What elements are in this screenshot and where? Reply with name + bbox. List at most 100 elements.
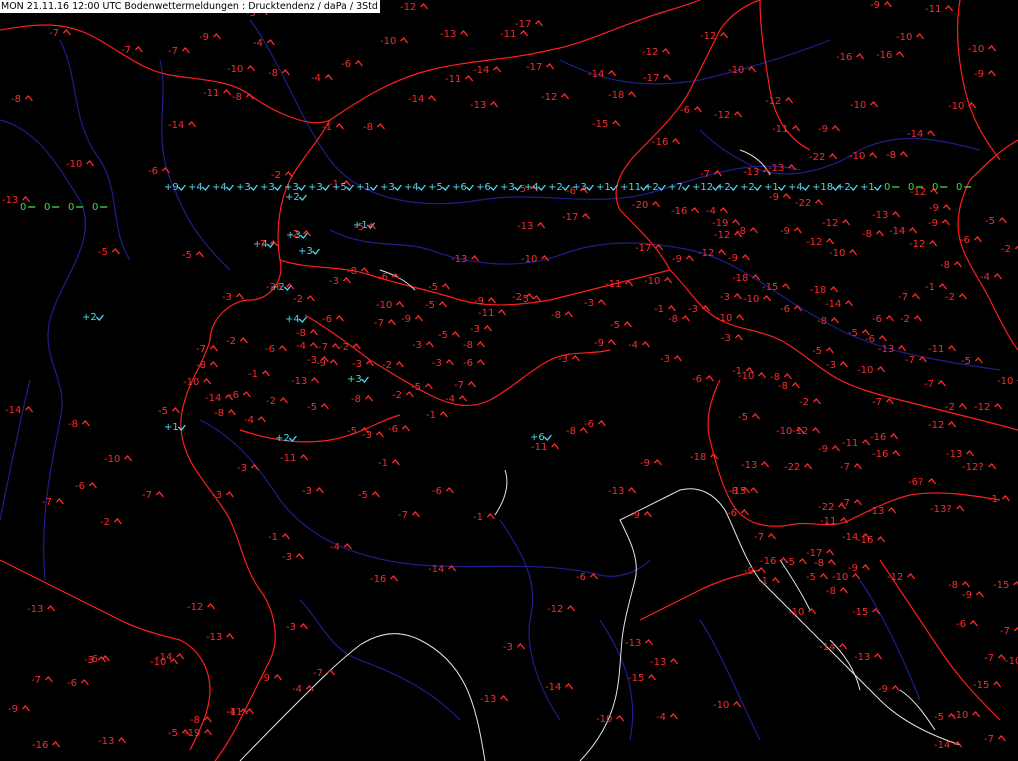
falling-tendency-icon	[994, 403, 1003, 410]
station-observation: -2	[799, 397, 821, 408]
pressure-tendency-value: -5	[428, 282, 438, 293]
falling-tendency-icon	[326, 669, 335, 676]
station-observation: -8	[196, 360, 218, 371]
falling-tendency-icon	[471, 255, 480, 262]
rising-tendency-icon	[311, 248, 320, 255]
falling-tendency-icon	[929, 240, 938, 247]
station-observation: -12	[698, 248, 727, 259]
pressure-tendency-value: -11	[772, 124, 788, 135]
pressure-tendency-value: -11	[203, 88, 219, 99]
falling-tendency-icon	[733, 701, 742, 708]
falling-tendency-icon	[1001, 495, 1010, 502]
falling-tendency-icon	[861, 564, 870, 571]
pressure-tendency-value: -10	[850, 100, 866, 111]
station-observation: -10	[857, 365, 886, 376]
rising-tendency-icon	[465, 184, 474, 191]
station-observation: -12	[909, 239, 938, 250]
station-observation: -10	[788, 607, 817, 618]
pressure-tendency-value: -16	[876, 50, 892, 61]
falling-tendency-icon	[643, 511, 652, 518]
falling-tendency-icon	[831, 125, 840, 132]
station-observation: -9	[848, 563, 870, 574]
falling-tendency-icon	[883, 1, 892, 8]
station-observation: +6	[452, 182, 474, 193]
pressure-tendency-value: -12	[642, 47, 658, 58]
falling-tendency-icon	[792, 125, 801, 132]
station-observation: -9	[630, 510, 652, 521]
pressure-tendency-value: -3	[720, 292, 730, 303]
pressure-tendency-value: -16	[671, 206, 687, 217]
station-observation: -8	[351, 394, 373, 405]
falling-tendency-icon	[225, 491, 234, 498]
falling-tendency-icon	[896, 51, 905, 58]
station-observation: -5	[358, 490, 380, 501]
falling-tendency-icon	[673, 355, 682, 362]
falling-tendency-icon	[411, 511, 420, 518]
pressure-tendency-value: -4	[628, 340, 638, 351]
station-observation: -13?	[930, 504, 965, 515]
pressure-tendency-value: -8	[347, 266, 357, 277]
falling-tendency-icon	[966, 450, 975, 457]
falling-tendency-icon	[284, 171, 293, 178]
rising-tendency-icon	[249, 184, 258, 191]
pressure-tendency-value: -7	[898, 292, 908, 303]
station-observation: -3	[329, 276, 351, 287]
station-observation: -18	[608, 90, 637, 101]
station-observation: 0	[44, 202, 60, 213]
station-observation: -5	[158, 406, 180, 417]
falling-tendency-icon	[195, 251, 204, 258]
falling-tendency-icon	[826, 238, 835, 245]
falling-tendency-icon	[829, 153, 838, 160]
falling-tendency-icon	[227, 409, 236, 416]
station-observation: -16	[652, 137, 681, 148]
pressure-tendency-value: -13	[868, 506, 884, 517]
pressure-tendency-value: -1	[925, 282, 935, 293]
falling-tendency-icon	[520, 30, 529, 37]
falling-tendency-icon	[25, 406, 34, 413]
station-observation: -8	[817, 316, 839, 327]
pressure-tendency-value: -9	[744, 566, 754, 577]
falling-tendency-icon	[371, 491, 380, 498]
falling-tendency-icon	[21, 705, 30, 712]
station-observation: +7	[668, 182, 690, 193]
pressure-tendency-value: -5	[347, 426, 357, 437]
station-observation: -12	[700, 31, 729, 42]
falling-tendency-icon	[751, 413, 760, 420]
pressure-tendency-value: -10	[380, 36, 396, 47]
falling-tendency-icon	[993, 273, 1002, 280]
pressure-tendency-value: -6	[432, 486, 442, 497]
station-observation: -14	[408, 94, 437, 105]
falling-tendency-icon	[113, 518, 122, 525]
falling-tendency-icon	[973, 236, 982, 243]
pressure-tendency-value: +5	[428, 182, 443, 193]
pressure-tendency-value: -14	[5, 405, 21, 416]
station-observation: -8	[190, 715, 212, 726]
pressure-tendency-value: -5	[425, 300, 435, 311]
falling-tendency-icon	[972, 711, 981, 718]
map-header-title: MON 21.11.16 12:00 UTC Bodenwettermeldun…	[0, 0, 380, 13]
station-observation: -3	[660, 354, 682, 365]
station-observation: -13	[650, 657, 679, 668]
station-observation: -9	[672, 254, 694, 265]
falling-tendency-icon	[993, 681, 1002, 688]
falling-tendency-icon	[942, 204, 951, 211]
pressure-tendency-value: -14	[819, 642, 835, 653]
pressure-tendency-value: -4	[311, 73, 321, 84]
pressure-tendency-value: -14	[825, 299, 841, 310]
falling-tendency-icon	[892, 211, 901, 218]
station-observation: -8	[826, 586, 848, 597]
falling-tendency-icon	[899, 151, 908, 158]
falling-tendency-icon	[948, 345, 957, 352]
station-observation: -10	[713, 700, 742, 711]
station-observation: -2	[945, 292, 967, 303]
pressure-tendency-value: -5	[985, 216, 995, 227]
pressure-tendency-value: -8	[296, 328, 306, 339]
station-observation: -7	[454, 380, 476, 391]
station-observation: -10	[716, 313, 745, 324]
station-observation: -16	[876, 50, 905, 61]
station-observation: -12	[541, 92, 570, 103]
pressure-tendency-value: -10	[896, 32, 912, 43]
station-observation: -12	[547, 604, 576, 615]
falling-tendency-icon	[47, 605, 56, 612]
falling-tendency-icon	[878, 335, 887, 342]
